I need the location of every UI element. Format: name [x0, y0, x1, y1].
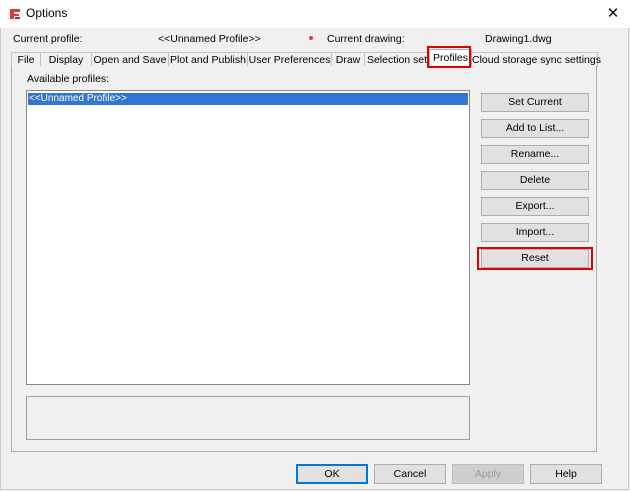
close-button[interactable]: ✕	[598, 2, 628, 26]
current-profile-value: <<Unnamed Profile>>	[158, 33, 261, 45]
set-current-button[interactable]: Set Current	[481, 93, 589, 112]
app-logo-icon	[8, 7, 22, 21]
delete-button[interactable]: Delete	[481, 171, 589, 190]
export-button[interactable]: Export...	[481, 197, 589, 216]
apply-button[interactable]: Apply	[452, 464, 524, 484]
profile-description-box	[26, 396, 470, 440]
profiles-listbox[interactable]	[26, 90, 470, 385]
ok-button[interactable]: OK	[296, 464, 368, 484]
status-dot-icon	[309, 36, 313, 40]
tab-file[interactable]: File	[11, 52, 41, 67]
window-title: Options	[26, 6, 68, 20]
reset-button[interactable]: Reset	[481, 249, 589, 268]
list-item-unnamed-profile[interactable]: <<Unnamed Profile>>	[28, 93, 468, 105]
tab-profiles[interactable]: Profiles	[429, 49, 472, 67]
tab-user-preferences[interactable]: User Preferences	[247, 52, 332, 67]
tab-plot-and-publish[interactable]: Plot and Publish	[168, 52, 248, 67]
import-button[interactable]: Import...	[481, 223, 589, 242]
current-profile-label: Current profile:	[13, 33, 83, 45]
tab-draw[interactable]: Draw	[331, 52, 365, 67]
rename-button[interactable]: Rename...	[481, 145, 589, 164]
available-profiles-label: Available profiles:	[27, 73, 110, 85]
tab-display[interactable]: Display	[40, 52, 92, 67]
tab-open-and-save[interactable]: Open and Save	[91, 52, 169, 67]
title-bar	[0, 0, 630, 28]
tab-cloud-storage-sync-settings[interactable]: Cloud storage sync settings	[471, 52, 601, 67]
add-to-list-button[interactable]: Add to List...	[481, 119, 589, 138]
current-drawing-label: Current drawing:	[327, 33, 405, 45]
cancel-button[interactable]: Cancel	[374, 464, 446, 484]
help-button[interactable]: Help	[530, 464, 602, 484]
current-drawing-value: Drawing1.dwg	[485, 33, 552, 45]
tab-selection-set[interactable]: Selection set	[364, 52, 430, 67]
